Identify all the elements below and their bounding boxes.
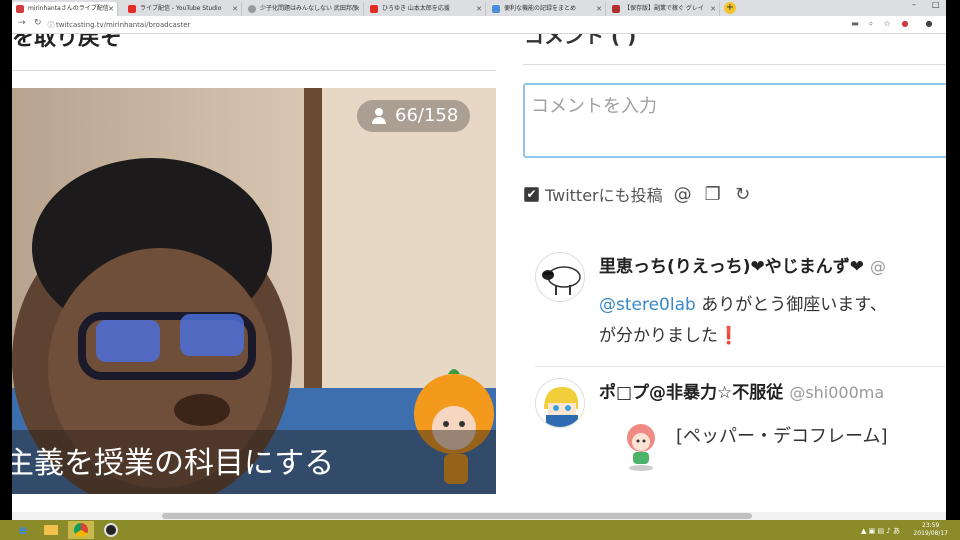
secure-icon[interactable]: ⓘ (46, 20, 56, 30)
comment-divider (535, 366, 946, 367)
refresh-icon[interactable]: ↻ (733, 184, 753, 205)
chrome-icon[interactable] (68, 521, 94, 539)
loading-icon (248, 5, 256, 13)
tab-label: 【保存版】副業で稼ぐ グレイ (624, 5, 704, 12)
tab-strip: mirinhantaさんのライブ配信 ✕ ライブ配信 - YouTube Stu… (12, 0, 946, 16)
close-icon[interactable]: ✕ (476, 2, 482, 16)
person-icon (371, 108, 387, 124)
youtube-icon (370, 5, 378, 13)
tab-side-job[interactable]: 【保存版】副業で稼ぐ グレイ ✕ (608, 2, 720, 16)
comment-author-name: 里恵っち(りえっち)❤やじまんず❤ (599, 257, 865, 277)
profile-avatar[interactable]: ● (924, 19, 934, 29)
comment-text: @stere0lab ありがとう御座います、 が分かりました❗ (599, 290, 946, 352)
url-bar[interactable]: twitcasting.tv/mirinhantai/broadcaster (56, 19, 190, 31)
cartoon-avatar-icon (536, 379, 584, 427)
tab-label: ひろゆき 山本太郎を応援 (382, 5, 450, 12)
maximize-icon[interactable]: □ (932, 0, 940, 9)
close-icon[interactable]: ✕ (354, 2, 360, 16)
pepper-deco-frame-sticker (627, 424, 655, 471)
site-icon (612, 5, 620, 13)
mention-icon[interactable]: @ (673, 184, 693, 205)
scrollbar-thumb[interactable] (162, 513, 752, 519)
comment-author[interactable]: ポ□プ@非暴力☆不服従 @shi000ma (599, 378, 884, 403)
new-tab-button[interactable]: + (724, 2, 736, 14)
comment-input[interactable] (523, 83, 946, 158)
clock-time: 23:59 (922, 522, 940, 529)
video-caption: 主義を授業の科目にする (12, 446, 335, 481)
twitter-post-label: Twitterにも投稿 (545, 186, 663, 205)
page-title: を取り戻そ (12, 34, 123, 51)
twitter-post-row: ✔ Twitterにも投稿 @ ❐ ↻ (524, 182, 753, 206)
twitcasting-icon (16, 5, 24, 13)
tab-label: 便利な機能の記録をまとめ (504, 5, 577, 12)
comment-mention-link[interactable]: @stere0lab (599, 295, 696, 315)
tab-hiroyuki[interactable]: ひろゆき 山本太郎を応援 ✕ (366, 2, 486, 16)
divider (12, 70, 496, 71)
tab-twitcasting[interactable]: mirinhantaさんのライブ配信 ✕ (12, 2, 118, 16)
comment-item: 里恵っち(りえっち)❤やじまんず❤ @ @stere0lab ありがとう御座います… (535, 252, 946, 362)
tab-youtube-studio[interactable]: ライブ配信 - YouTube Studio ✕ (124, 2, 242, 16)
comment-author[interactable]: 里恵っち(りえっち)❤やじまんず❤ @ (599, 252, 886, 277)
document-icon (492, 5, 500, 13)
copy-icon[interactable]: ❐ (703, 184, 723, 205)
forward-icon[interactable]: → (18, 18, 26, 28)
tab-label: mirinhantaさんのライブ配信 (28, 5, 109, 12)
zoom-icon[interactable]: ⌕ (866, 19, 876, 29)
avatar[interactable] (535, 252, 585, 302)
sheep-avatar-icon (542, 266, 581, 295)
bookmark-star-icon[interactable]: ☆ (882, 19, 892, 29)
clock[interactable]: 23:59 2019/08/17 (913, 522, 948, 538)
avatar[interactable] (535, 378, 585, 428)
ie-icon[interactable]: e (10, 521, 36, 539)
comment-author-handle: @shi000ma (789, 383, 885, 402)
tab-label: 少子化問題はみんなしない 武田邦彦 (260, 5, 358, 12)
close-icon[interactable]: ✕ (596, 2, 602, 16)
reload-icon[interactable]: ↻ (34, 18, 42, 28)
horizontal-scrollbar[interactable] (12, 512, 946, 520)
page-content: を取り戻そ コメント ( ) 66/158 主義を授業の科目にする コメントを入… (12, 34, 946, 520)
viewer-count-badge: 66/158 (357, 100, 471, 132)
twitter-post-checkbox[interactable]: ✔ (524, 186, 539, 202)
extension-icon[interactable]: ● (900, 19, 910, 29)
viewer-count: 66/158 (395, 105, 459, 126)
close-icon[interactable]: ✕ (108, 2, 114, 16)
youtube-icon (128, 5, 136, 13)
close-icon[interactable]: ✕ (710, 2, 716, 16)
tab-label: ライブ配信 - YouTube Studio (140, 5, 222, 12)
comment-text: [ペッパー・デコフレーム] (676, 426, 888, 447)
close-icon[interactable]: ✕ (232, 2, 238, 16)
taskbar: e ▲ ▣ ▤ ♪ あ 23:59 2019/08/17 (0, 520, 960, 540)
cast-icon[interactable]: ▬ (850, 19, 860, 29)
comment-author-handle: @ (870, 257, 887, 276)
clock-date: 2019/08/17 (913, 530, 948, 537)
comment-text-line1: ありがとう御座います、 (695, 295, 887, 315)
tab-notes[interactable]: 便利な機能の記録をまとめ ✕ (488, 2, 606, 16)
folder-icon[interactable] (38, 521, 64, 539)
video-player[interactable]: 66/158 主義を授業の科目にする (12, 88, 496, 494)
address-toolbar: → ↻ ⓘ twitcasting.tv/mirinhantai/broadca… (12, 16, 946, 34)
comment-heading: コメント ( ) (524, 34, 637, 48)
browser-window: mirinhantaさんのライブ配信 ✕ ライブ配信 - YouTube Stu… (12, 0, 946, 520)
obs-icon[interactable] (98, 521, 124, 539)
comment-text-line2: が分かりました (599, 326, 718, 346)
comment-author-name: ポ□プ@非暴力☆不服従 (599, 383, 784, 403)
system-tray[interactable]: ▲ ▣ ▤ ♪ あ (861, 526, 900, 536)
exclamation-icon: ❗ (718, 326, 740, 346)
minimize-icon[interactable]: – (912, 0, 916, 9)
tab-takeda[interactable]: 少子化問題はみんなしない 武田邦彦 ✕ (244, 2, 364, 16)
divider (523, 64, 946, 65)
